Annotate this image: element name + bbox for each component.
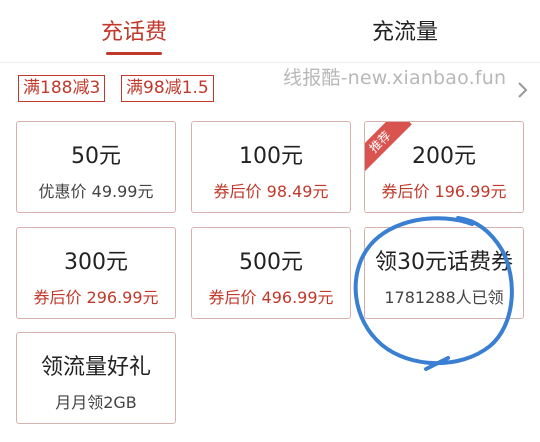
coupon-tag[interactable]: 满188减3 [18, 75, 106, 102]
active-tab-indicator [106, 52, 162, 55]
tab-phone-recharge[interactable]: 充话费 [101, 14, 167, 46]
card-price: 券后价 98.49元 [213, 182, 329, 201]
watermark-text: 线报酷-new.xianbao.fun [283, 67, 507, 89]
recharge-option-200[interactable]: 推荐 200元 券后价 196.99元 [364, 121, 524, 213]
card-price: 券后价 196.99元 [381, 182, 507, 201]
card-title: 领流量好礼 [40, 355, 151, 380]
card-claimed-count: 1781288人已领 [384, 288, 504, 307]
card-title: 100元 [239, 144, 303, 169]
tab-data-recharge[interactable]: 充流量 [372, 14, 438, 46]
card-price: 券后价 296.99元 [33, 288, 159, 307]
coupon-tag[interactable]: 满98减1.5 [121, 75, 214, 102]
card-price: 优惠价 49.99元 [38, 182, 154, 201]
card-price: 券后价 496.99元 [208, 288, 334, 307]
recharge-option-100[interactable]: 100元 券后价 98.49元 [191, 121, 351, 213]
chevron-right-icon[interactable] [512, 80, 532, 100]
data-gift-card[interactable]: 领流量好礼 月月领2GB [16, 332, 176, 424]
card-title: 200元 [412, 144, 476, 169]
recharge-option-50[interactable]: 50元 优惠价 49.99元 [16, 121, 176, 213]
card-title: 300元 [64, 250, 128, 275]
card-title: 领30元话费券 [375, 250, 513, 275]
claim-coupon-card[interactable]: 领30元话费券 1781288人已领 [364, 227, 524, 319]
card-title: 500元 [239, 250, 303, 275]
card-subtitle: 月月领2GB [55, 393, 137, 412]
tab-bar: 充话费 充流量 [0, 0, 540, 60]
recharge-option-500[interactable]: 500元 券后价 496.99元 [191, 227, 351, 319]
card-title: 50元 [71, 144, 121, 169]
recharge-option-300[interactable]: 300元 券后价 296.99元 [16, 227, 176, 319]
